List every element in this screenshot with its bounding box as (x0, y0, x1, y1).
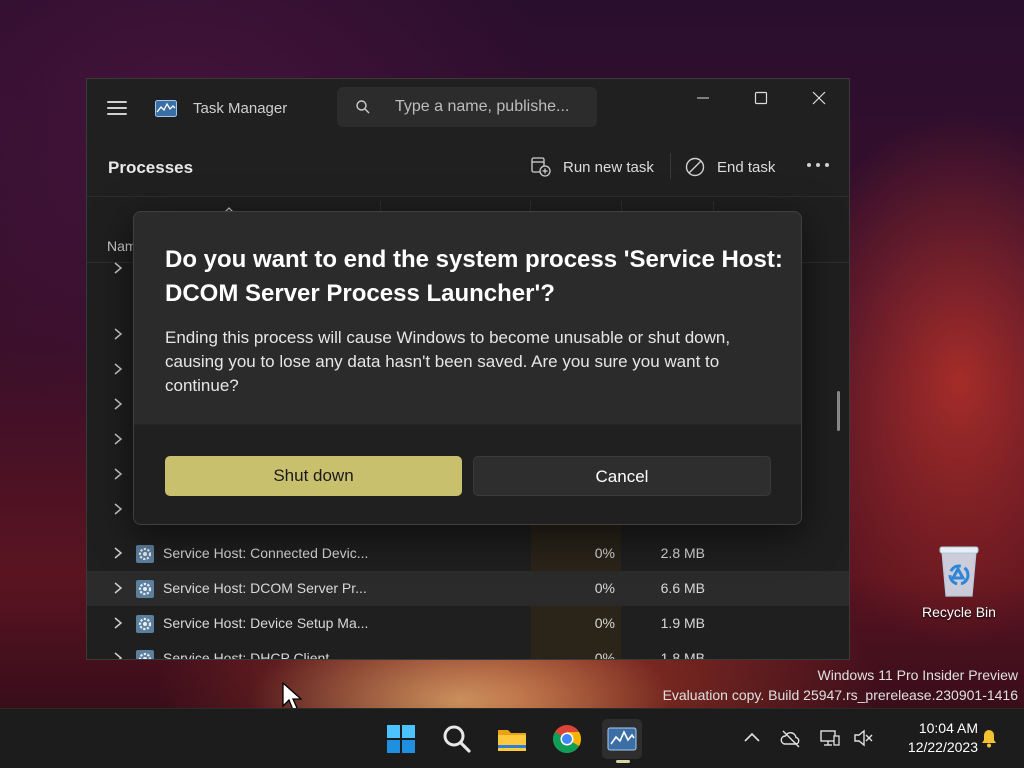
file-explorer-button[interactable] (492, 719, 532, 759)
run-new-task-label: Run new task (563, 158, 654, 176)
search-placeholder: Type a name, publishe... (395, 98, 570, 115)
process-memory: 2.8 MB (660, 545, 705, 561)
dialog-message: Ending this process will cause Windows t… (165, 328, 731, 395)
scrollbar[interactable] (837, 391, 840, 431)
onedrive-offline-icon[interactable] (780, 727, 802, 749)
table-row[interactable]: Service Host: DHCP Client 0% 1.8 MB (87, 641, 849, 660)
more-options-icon[interactable] (805, 157, 831, 173)
table-row[interactable]: Service Host: Device Setup Ma... 0% 1.9 … (87, 606, 849, 641)
service-gear-icon (136, 580, 154, 598)
chevron-right-icon[interactable] (113, 502, 123, 516)
start-button[interactable] (381, 719, 421, 759)
end-task-icon (685, 157, 705, 177)
process-name: Service Host: Device Setup Ma... (163, 615, 369, 631)
taskbar-clock[interactable]: 10:04 AM 12/22/2023 (884, 719, 978, 757)
run-new-task-button[interactable]: Run new task (531, 151, 654, 183)
process-cpu: 0% (594, 650, 615, 660)
process-cpu: 0% (594, 545, 615, 561)
network-icon[interactable] (819, 727, 841, 749)
process-name: Service Host: Connected Devic... (163, 545, 369, 561)
chevron-right-icon[interactable] (113, 327, 123, 341)
taskbar: 10:04 AM 12/22/2023 (0, 708, 1024, 768)
active-indicator (616, 760, 630, 763)
table-row[interactable]: Service Host: Connected Devic... 0% 2.8 … (87, 536, 849, 571)
toolbar: Processes Run new task End task (87, 137, 849, 197)
clock-date: 12/22/2023 (907, 739, 978, 755)
chevron-right-icon[interactable] (113, 616, 123, 630)
end-process-dialog: Do you want to end the system process 'S… (133, 211, 802, 525)
task-manager-taskbar-button[interactable] (602, 719, 642, 763)
run-task-icon (531, 157, 551, 177)
chevron-right-icon[interactable] (113, 467, 123, 481)
process-memory: 1.8 MB (660, 650, 705, 660)
dialog-footer: Shut down Cancel (134, 424, 801, 524)
file-explorer-icon (498, 730, 526, 751)
process-memory: 1.9 MB (660, 615, 705, 631)
minimize-icon (697, 97, 709, 99)
chevron-up-icon[interactable] (741, 727, 763, 749)
close-icon (812, 91, 826, 105)
window-title: Task Manager (193, 100, 288, 117)
taskbar-search-button[interactable] (437, 719, 477, 759)
title-bar: Task Manager Type a name, publishe... (87, 79, 849, 137)
menu-icon[interactable] (107, 101, 127, 115)
clock-time: 10:04 AM (918, 720, 978, 736)
chevron-right-icon[interactable] (113, 546, 123, 560)
process-name: Service Host: DCOM Server Pr... (163, 580, 367, 596)
chevron-right-icon[interactable] (113, 397, 123, 411)
process-cpu: 0% (594, 615, 615, 631)
chrome-icon (553, 725, 581, 753)
minimize-button[interactable] (674, 79, 732, 119)
chevron-right-icon[interactable] (113, 261, 123, 275)
toolbar-divider (670, 153, 671, 179)
chevron-right-icon[interactable] (113, 432, 123, 446)
recycle-bin[interactable]: Recycle Bin (914, 540, 1004, 630)
recycle-bin-label: Recycle Bin (922, 604, 996, 620)
service-gear-icon (136, 615, 154, 633)
dialog-title: Do you want to end the system process 'S… (165, 246, 783, 307)
process-name: Service Host: DHCP Client (163, 650, 330, 660)
start-icon (387, 725, 415, 753)
notification-bell-icon[interactable] (978, 727, 1000, 749)
task-manager-icon (607, 727, 637, 751)
end-task-button[interactable]: End task (685, 151, 775, 183)
chrome-button[interactable] (547, 719, 587, 759)
task-manager-app-icon (155, 100, 177, 117)
maximize-icon (754, 91, 768, 105)
chevron-right-icon[interactable] (113, 581, 123, 595)
shut-down-button[interactable]: Shut down (165, 456, 462, 496)
process-cpu: 0% (594, 580, 615, 596)
search-icon (443, 725, 471, 753)
end-task-label: End task (717, 158, 776, 176)
service-gear-icon (136, 545, 154, 563)
cancel-button[interactable]: Cancel (473, 456, 771, 496)
watermark-line-2: Evaluation copy. Build 25947.rs_prerelea… (662, 687, 1018, 703)
process-memory: 6.6 MB (660, 580, 705, 596)
page-title: Processes (108, 158, 194, 177)
close-button[interactable] (790, 79, 848, 119)
recycle-bin-icon (939, 546, 979, 597)
search-icon (356, 100, 370, 114)
service-gear-icon (136, 650, 154, 659)
evaluation-watermark: Windows 11 Pro Insider Preview Evaluatio… (663, 665, 1018, 705)
chevron-right-icon[interactable] (113, 362, 123, 376)
volume-muted-icon[interactable] (852, 727, 874, 749)
chevron-right-icon[interactable] (113, 651, 123, 660)
maximize-button[interactable] (732, 79, 790, 119)
watermark-line-1: Windows 11 Pro Insider Preview (817, 667, 1018, 683)
table-row[interactable]: Service Host: DCOM Server Pr... 0% 6.6 M… (87, 571, 849, 606)
search-input[interactable]: Type a name, publishe... (337, 87, 597, 127)
